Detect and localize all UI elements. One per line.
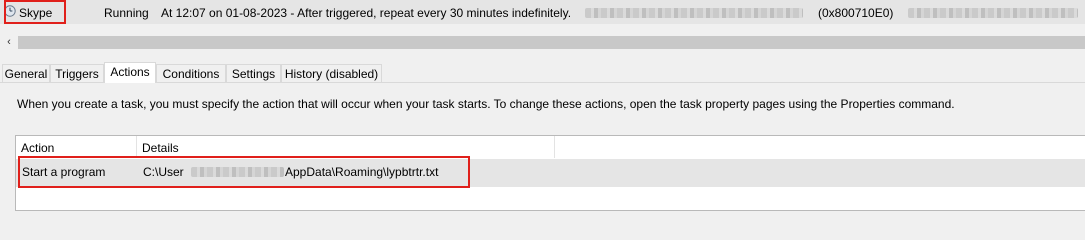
action-row-highlight — [18, 156, 470, 188]
task-name-highlight — [4, 0, 66, 24]
tab-settings[interactable]: Settings — [226, 64, 281, 82]
task-status: Running — [104, 6, 149, 20]
tab-conditions[interactable]: Conditions — [156, 64, 226, 82]
tab-strip: General Triggers Actions Conditions Sett… — [0, 62, 1085, 83]
column-header-action[interactable]: Action — [16, 136, 137, 158]
actions-description: When you create a task, you must specify… — [17, 97, 955, 111]
actions-list[interactable]: Action Details Start a program C:\User A… — [15, 135, 1085, 211]
task-triggers: At 12:07 on 01-08-2023 - After triggered… — [161, 6, 572, 20]
chevron-left-icon[interactable]: ‹ — [2, 35, 16, 50]
task-last-run-result: (0x800710E0) — [818, 6, 894, 20]
scrollbar-thumb[interactable] — [18, 36, 1085, 49]
redacted-next-run-time — [585, 8, 803, 18]
task-row[interactable]: Skype Running At 12:07 on 01-08-2023 - A… — [0, 0, 1085, 24]
redacted-author — [908, 8, 1078, 18]
tab-history[interactable]: History (disabled) — [281, 64, 382, 82]
column-header-details[interactable]: Details — [137, 136, 555, 158]
tab-triggers[interactable]: Triggers — [50, 64, 104, 82]
horizontal-scrollbar[interactable]: ‹ — [0, 34, 1085, 51]
tab-general[interactable]: General — [2, 64, 50, 82]
tab-actions[interactable]: Actions — [104, 62, 156, 83]
